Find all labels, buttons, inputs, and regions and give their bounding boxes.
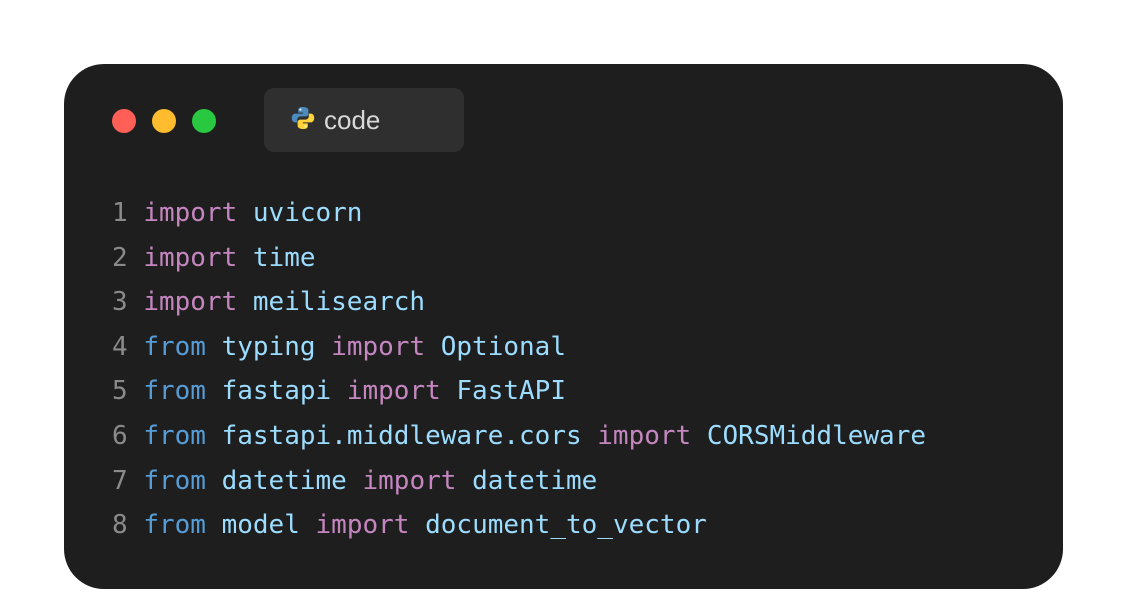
code-token-kw-from: from [143,376,206,407]
line-number: 7 [112,465,128,496]
code-line: 2 import time [112,236,926,281]
code-line: 5 from fastapi import FastAPI [112,369,926,414]
code-token-kw-import: import [143,242,238,273]
code-token-mod: meilisearch [252,287,426,318]
code-line: 1 import uvicorn [112,191,926,236]
python-icon [290,105,316,136]
code-token-mod: typing [221,331,316,362]
code-token-kw-import: import [362,465,457,496]
code-token-mod: model [221,510,300,541]
code-line: 4 from typing import Optional [112,325,926,370]
code-token-mod: document_to_vector [425,510,707,541]
close-dot-icon[interactable] [112,109,136,133]
code-line: 8 from model import document_to_vector [112,503,926,548]
code-token-kw-from: from [143,331,206,362]
code-line: 3 import meilisearch [112,280,926,325]
code-token-kw-from: from [143,465,206,496]
tab-label: code [324,104,381,135]
code-line: 7 from datetime import datetime [112,459,926,504]
line-number: 2 [112,242,128,273]
code-token-kw-import: import [315,510,410,541]
code-token-mod: time [252,242,316,273]
line-number: 6 [112,420,128,451]
line-number: 3 [112,287,128,318]
line-number: 1 [112,198,128,228]
code-window: code 1 import uvicorn 2 import time 3 impo… [64,64,1063,589]
code-token-mod: CORSMiddleware [706,420,927,451]
tab-code[interactable]: code [264,88,464,152]
code-token-kw-import: import [143,287,238,318]
code-token-kw-from: from [143,510,206,541]
code-line: 6 from fastapi.middleware.cors import CO… [112,414,926,459]
code-token-mod: Optional [440,331,566,362]
code-token-kw-import: import [143,198,238,228]
code-token-kw-import: import [346,376,441,407]
code-token-mod: fastapi [221,376,332,407]
window-controls [112,109,216,133]
code-token-kw-from: from [143,420,206,451]
code-token-mod: datetime [221,465,347,496]
code-token-kw-import: import [597,420,692,451]
line-number: 4 [112,331,128,362]
code-token-mod: fastapi.middleware.cors [221,420,582,451]
minimize-dot-icon[interactable] [152,109,176,133]
code-token-kw-import: import [331,331,426,362]
maximize-dot-icon[interactable] [192,109,216,133]
code-token-mod: datetime [472,465,598,496]
code-token-mod: uvicorn [252,198,363,228]
line-number: 8 [112,510,128,541]
code-token-mod: FastAPI [456,376,566,407]
code-block: 1 import uvicorn 2 import time 3 import me… [112,191,926,548]
line-number: 5 [112,376,128,407]
